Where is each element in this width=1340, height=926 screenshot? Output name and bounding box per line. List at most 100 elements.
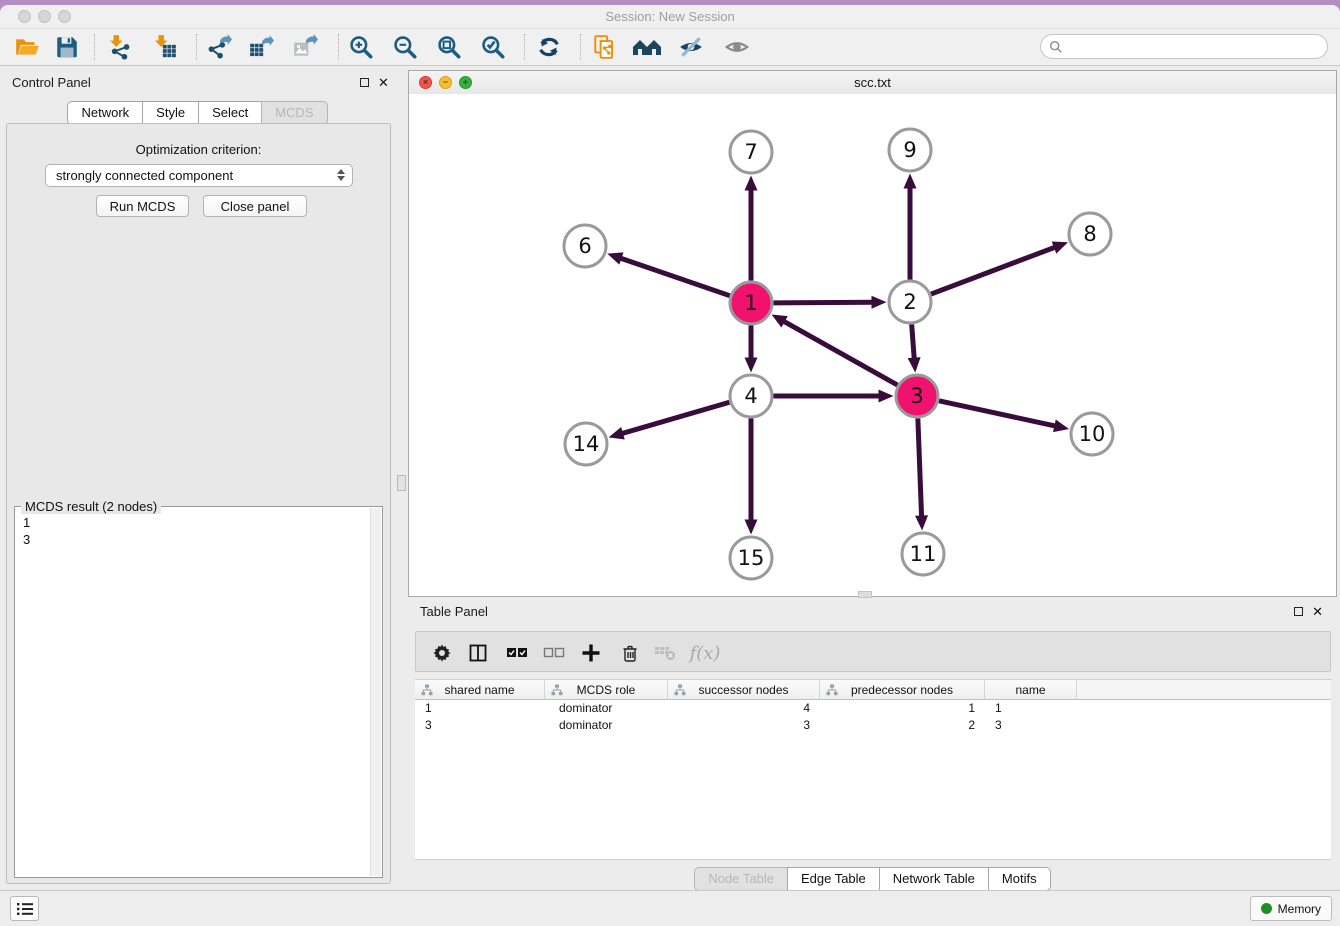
tab-edge-table[interactable]: Edge Table [787,867,880,891]
tab-motifs[interactable]: Motifs [988,867,1051,891]
import-network-icon[interactable] [104,32,134,62]
graph-node[interactable]: 3 [896,375,938,417]
graph-edge[interactable] [939,401,1069,432]
graph-edge[interactable] [745,176,758,281]
table-close-icon[interactable]: ✕ [1312,605,1323,618]
table-row[interactable]: 3 dominator 3 2 3 [415,717,1331,734]
cell-successor-nodes: 3 [668,717,820,734]
column-header-filler [1077,680,1331,700]
zoom-out-icon[interactable] [390,32,420,62]
table-tabs: Node Table Edge Table Network Table Moti… [408,867,1337,891]
tab-network[interactable]: Network [67,101,143,125]
network-canvas[interactable]: 1 2 3 4 6 7 8 9 10 11 14 15 [409,94,1336,596]
graph-edge[interactable] [772,314,898,385]
graph-node[interactable]: 15 [730,537,772,579]
cell-mcds-role: dominator [545,717,668,734]
search-box [1040,34,1328,59]
graph-node[interactable]: 2 [889,281,931,323]
import-table-icon[interactable] [150,32,180,62]
cell-successor-nodes: 4 [668,700,820,717]
graph-node[interactable]: 9 [889,129,931,171]
graph-node[interactable]: 6 [564,225,606,267]
home-neighbors-icon[interactable] [632,32,662,62]
main-titlebar: Session: New Session [0,5,1340,28]
close-panel-icon[interactable]: ✕ [378,76,389,89]
refresh-icon[interactable] [534,32,564,62]
float-panel-icon[interactable] [360,78,369,87]
table-settings-icon[interactable] [429,640,455,666]
mcds-result-text[interactable]: 1 3 [15,511,370,877]
column-header-shared-name[interactable]: shared name [415,680,545,700]
graph-node[interactable]: 11 [902,533,944,575]
graph-node[interactable]: 14 [565,423,607,465]
optimization-criterion-select[interactable]: strongly connected component [45,164,353,187]
task-history-button[interactable] [10,896,39,921]
tab-style[interactable]: Style [142,101,199,125]
tab-select[interactable]: Select [198,101,262,125]
apply-function-icon: f(x) [688,640,722,666]
deselect-all-columns-icon[interactable] [541,640,567,666]
split-handle-horizontal[interactable] [858,591,872,598]
result-scrollbar[interactable] [370,508,381,876]
network-window-title: scc.txt [409,71,1336,94]
zoom-fit-icon[interactable] [434,32,464,62]
status-bar: Memory [0,890,1340,926]
delete-column-icon[interactable] [617,640,643,666]
add-column-icon[interactable] [578,640,604,666]
graph-edge[interactable] [607,252,729,295]
save-session-icon[interactable] [52,32,82,62]
graph-node[interactable]: 1 [730,282,772,324]
graph-node[interactable]: 10 [1071,413,1113,455]
clone-network-icon[interactable] [590,32,620,62]
search-input[interactable] [1063,38,1319,55]
graph-node[interactable]: 7 [730,131,772,173]
graph-edge[interactable] [745,419,758,535]
zoom-in-icon[interactable] [346,32,376,62]
fx-label: f(x) [690,643,721,664]
svg-text:7: 7 [744,140,757,164]
memory-button[interactable]: Memory [1250,896,1332,921]
graph-edge[interactable] [908,324,921,372]
cell-mcds-role: dominator [545,700,668,717]
column-layout-icon[interactable] [465,640,491,666]
cell-predecessor-nodes: 2 [820,717,985,734]
hide-selected-icon[interactable] [676,32,706,62]
column-header-mcds-role[interactable]: MCDS role [545,680,668,700]
graph-edge[interactable] [904,174,917,280]
network-window-titlebar: × − + scc.txt [409,71,1336,95]
open-file-icon[interactable] [12,32,42,62]
column-header-successor-nodes[interactable]: successor nodes [668,680,820,700]
table-float-icon[interactable] [1294,607,1303,616]
split-handle-vertical[interactable] [397,475,406,491]
mcds-panel: Optimization criterion: strongly connect… [6,123,391,884]
select-all-columns-icon[interactable] [504,640,530,666]
graph-edge[interactable] [931,242,1068,295]
column-header-name[interactable]: name [985,680,1077,700]
mcds-result-line: 3 [23,531,362,548]
control-panel-header: Control Panel ✕ [0,73,395,95]
column-header-predecessor-nodes[interactable]: predecessor nodes [820,680,985,700]
graph-edge[interactable] [773,296,886,309]
close-panel-button[interactable]: Close panel [203,195,307,217]
export-network-icon[interactable] [204,32,234,62]
run-mcds-button[interactable]: Run MCDS [96,195,189,217]
tab-node-table[interactable]: Node Table [694,867,788,891]
graph-edge[interactable] [745,326,758,373]
tab-mcds[interactable]: MCDS [261,101,327,125]
svg-text:15: 15 [738,546,765,570]
graph-edge[interactable] [774,390,894,403]
svg-text:2: 2 [903,290,916,314]
graph-edge[interactable] [915,418,928,530]
export-image-icon[interactable] [290,32,320,62]
zoom-selected-icon[interactable] [478,32,508,62]
export-table-icon[interactable] [246,32,276,62]
graph-node[interactable]: 4 [730,375,772,417]
table-row[interactable]: 1 dominator 4 1 1 [415,700,1331,717]
control-panel-tabs: Network Style Select MCDS [0,101,395,125]
tab-network-table[interactable]: Network Table [879,867,989,891]
show-graphics-details-icon[interactable] [722,32,752,62]
graph-node[interactable]: 8 [1069,213,1111,255]
graph-edge[interactable] [609,402,730,439]
cell-shared-name: 3 [415,717,545,734]
memory-label: Memory [1278,902,1321,916]
